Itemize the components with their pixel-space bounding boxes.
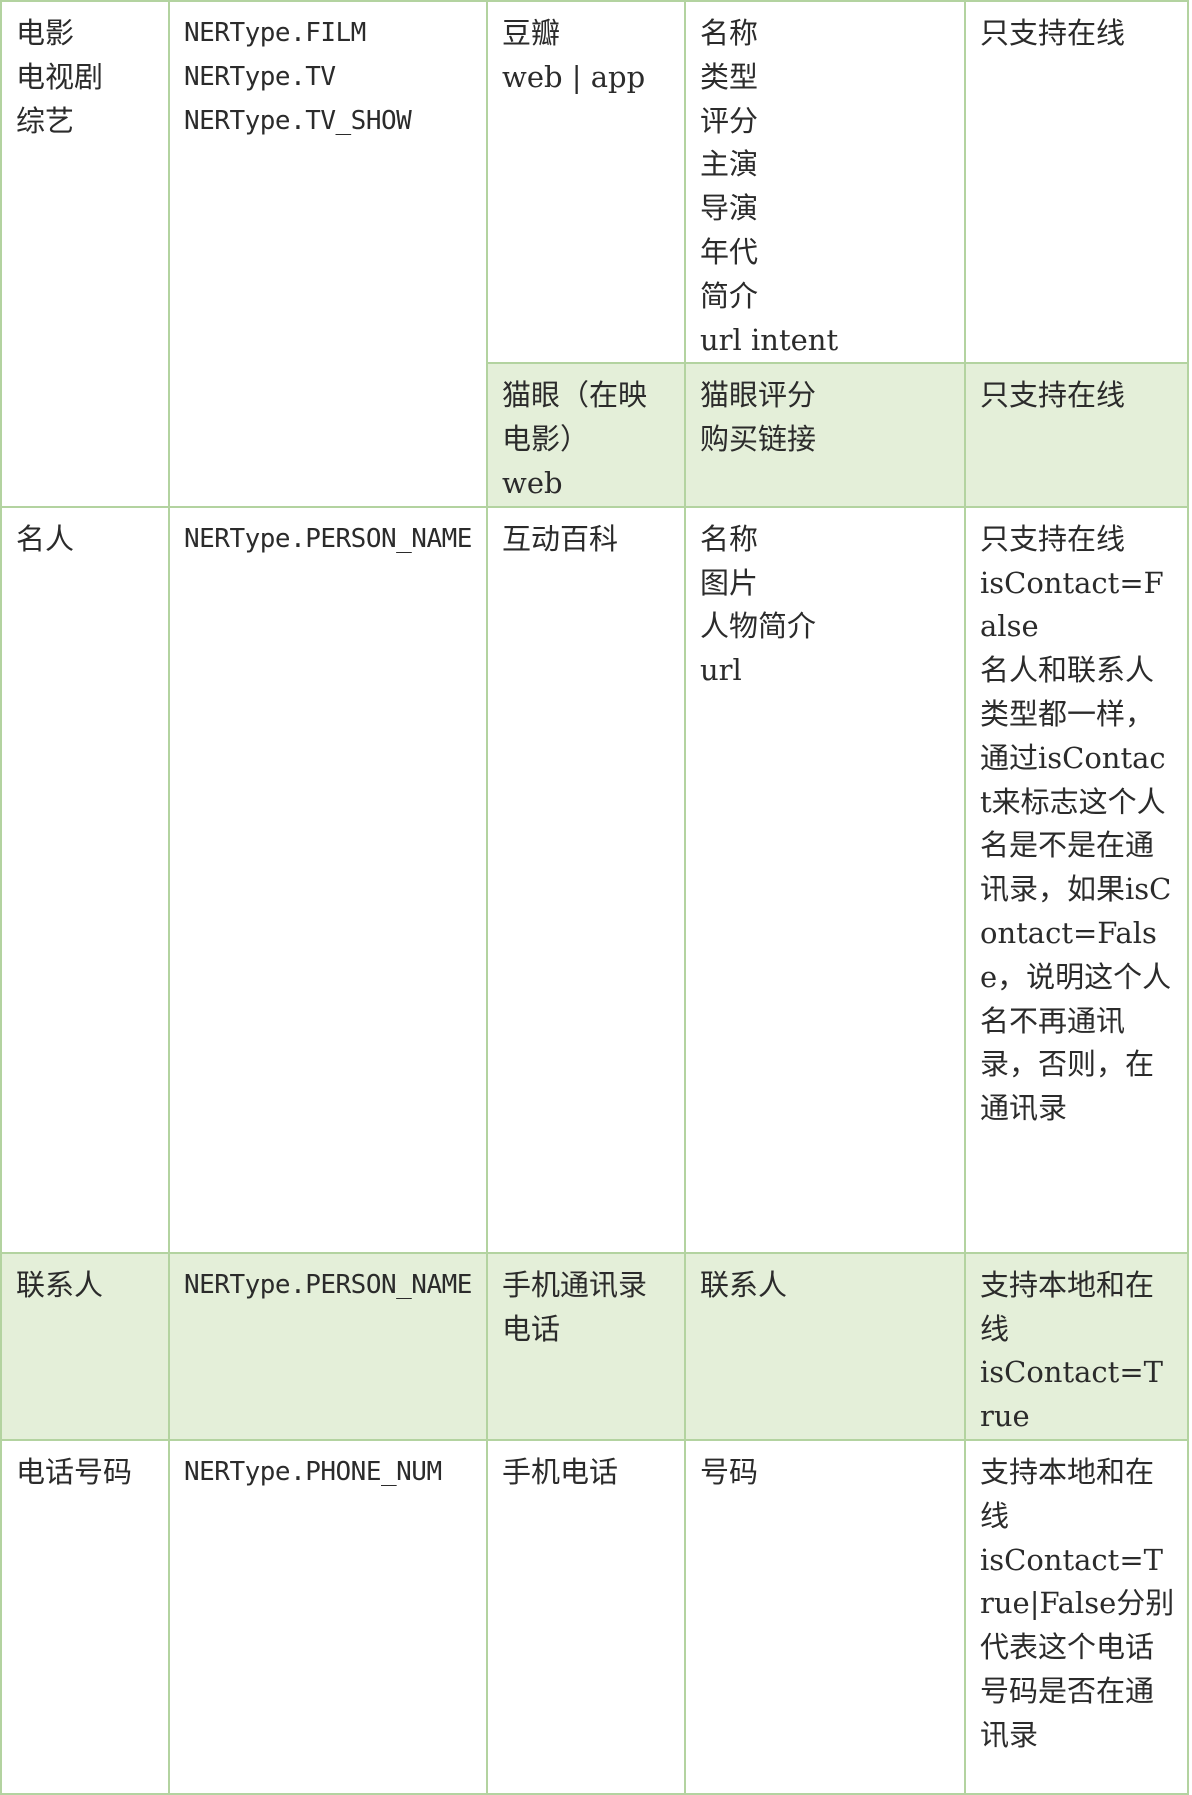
source-cell: 手机电话 xyxy=(486,1438,686,1795)
source-cell: 手机通讯录 电话 xyxy=(486,1251,686,1441)
notes-cell: 只支持在线 isContact=False 名人和联系人类型都一样，通过isCo… xyxy=(964,505,1189,1254)
category-cell: 联系人 xyxy=(0,1251,170,1441)
source-cell: 猫眼（在映电影） web xyxy=(486,362,686,508)
ner-type-table: 电影 电视剧 综艺 NERType.FILM NERType.TV NERTyp… xyxy=(0,0,1189,1795)
ner-type-cell: NERType.PHONE_NUM xyxy=(168,1438,488,1795)
ner-type-cell: NERType.PERSON_NAME xyxy=(168,505,488,1254)
table-row: 电影 电视剧 综艺 NERType.FILM NERType.TV NERTyp… xyxy=(0,0,1189,508)
notes-cell: 只支持在线 xyxy=(964,362,1189,508)
table-row: 联系人 NERType.PERSON_NAME 手机通讯录 电话 联系人 支持本… xyxy=(0,1251,1189,1441)
notes-cell: 只支持在线 xyxy=(964,0,1189,365)
source-cell: 互动百科 xyxy=(486,505,686,1254)
table-row: 名人 NERType.PERSON_NAME 互动百科 名称 图片 人物简介 u… xyxy=(0,505,1189,1254)
document-page: 电影 电视剧 综艺 NERType.FILM NERType.TV NERTyp… xyxy=(0,0,1192,1795)
category-cell: 名人 xyxy=(0,505,170,1254)
ner-type-cell: NERType.PERSON_NAME xyxy=(168,1251,488,1441)
notes-cell: 支持本地和在线 isContact=True|False分别代表这个电话号码是否… xyxy=(964,1438,1189,1795)
fields-cell: 号码 xyxy=(684,1438,966,1795)
category-cell: 电影 电视剧 综艺 xyxy=(0,0,170,508)
category-cell: 电话号码 xyxy=(0,1438,170,1795)
ner-type-cell: NERType.FILM NERType.TV NERType.TV_SHOW xyxy=(168,0,488,508)
notes-cell: 支持本地和在线 isContact=True xyxy=(964,1251,1189,1441)
fields-cell: 名称 类型 评分 主演 导演 年代 简介 url intent xyxy=(684,0,966,365)
source-cell: 豆瓣 web | app xyxy=(486,0,686,365)
table-row: 电话号码 NERType.PHONE_NUM 手机电话 号码 支持本地和在线 i… xyxy=(0,1438,1189,1795)
fields-cell: 联系人 xyxy=(684,1251,966,1441)
fields-cell: 猫眼评分 购买链接 xyxy=(684,362,966,508)
fields-cell: 名称 图片 人物简介 url xyxy=(684,505,966,1254)
